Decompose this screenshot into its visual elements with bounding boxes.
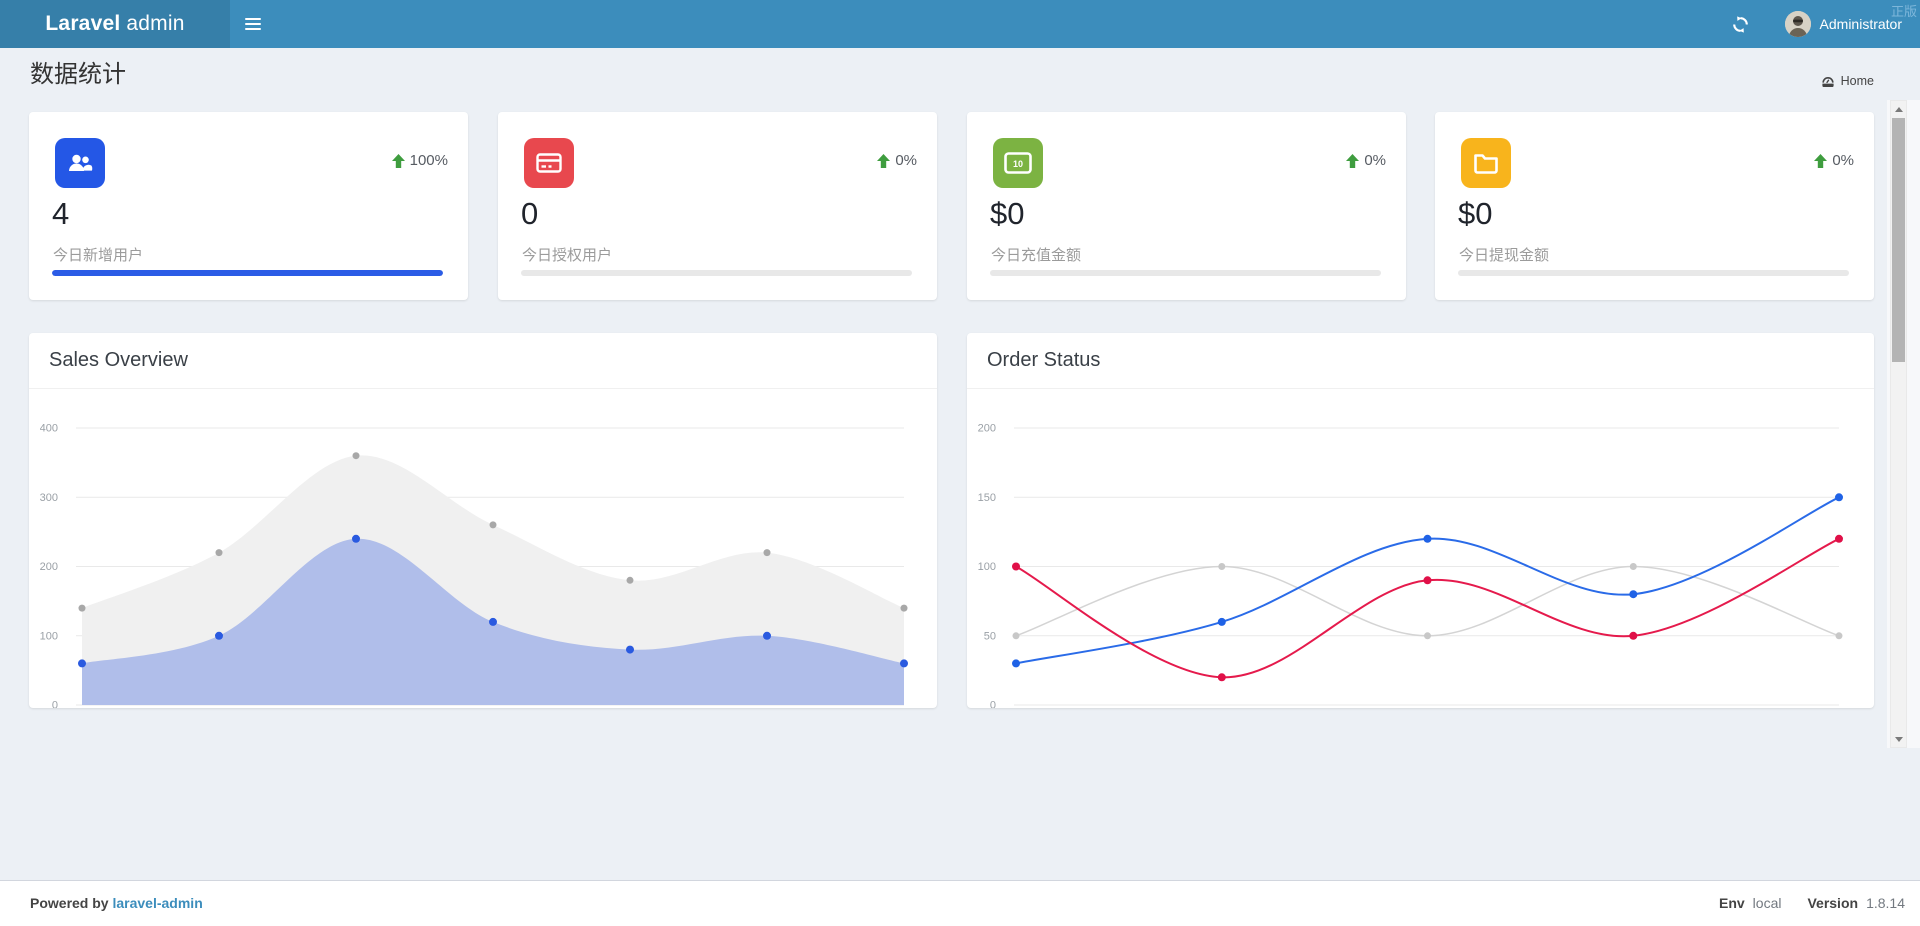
trend-value: 0% <box>895 152 917 169</box>
stat-card-auth-users: 0% 0 今日授权用户 <box>498 112 937 300</box>
credit-card-icon <box>524 138 574 188</box>
refresh-icon <box>1732 16 1749 33</box>
dashboard-icon <box>1821 75 1835 88</box>
stat-value: $0 <box>990 196 1024 232</box>
progress-fill <box>52 270 443 276</box>
navbar-right: Administrator <box>1726 0 1906 48</box>
stat-value: 0 <box>521 196 538 232</box>
hamburger-icon <box>245 18 261 30</box>
username: Administrator <box>1820 16 1902 32</box>
chart-header: Order Status <box>967 333 1874 389</box>
refresh-button[interactable] <box>1726 0 1755 48</box>
svg-text:100: 100 <box>40 630 58 642</box>
svg-text:150: 150 <box>978 492 996 504</box>
svg-text:0: 0 <box>990 700 996 709</box>
sales-overview-card: Sales Overview 400 300 200 100 0 <box>29 333 937 708</box>
top-navbar: Laravel admin Administrator <box>0 0 1920 48</box>
chart-title: Order Status <box>987 349 1100 372</box>
svg-text:0: 0 <box>52 700 58 709</box>
folder-icon <box>1461 138 1511 188</box>
version-value: 1.8.14 <box>1866 895 1905 911</box>
svg-text:400: 400 <box>40 423 58 435</box>
scroll-gutter <box>1887 100 1920 748</box>
powered-by-label: Powered by <box>30 895 109 911</box>
footer: Powered by laravel-admin Env local Versi… <box>0 880 1920 926</box>
version-label: Version <box>1807 895 1858 911</box>
breadcrumb[interactable]: Home <box>1821 74 1874 88</box>
trend-badge: 0% <box>1346 152 1386 169</box>
stat-value: $0 <box>1458 196 1492 232</box>
brand-logo[interactable]: Laravel admin <box>0 0 230 48</box>
env-label: Env <box>1719 895 1745 911</box>
chart-header: Sales Overview <box>29 333 937 389</box>
brand-bold: Laravel <box>45 12 120 35</box>
progress-track <box>1458 270 1849 276</box>
svg-text:200: 200 <box>40 561 58 573</box>
svg-text:10: 10 <box>1013 159 1023 169</box>
laravel-admin-link[interactable]: laravel-admin <box>112 895 202 911</box>
svg-text:100: 100 <box>978 561 996 573</box>
trend-value: 0% <box>1364 152 1386 169</box>
trend-badge: 0% <box>1814 152 1854 169</box>
stat-label: 今日授权用户 <box>522 244 612 265</box>
sidebar-toggle-button[interactable] <box>230 0 276 48</box>
svg-text:50: 50 <box>984 630 996 642</box>
stat-card-recharge: 10 0% $0 今日充值金额 <box>967 112 1406 300</box>
order-status-card: Order Status 200 150 100 50 0 <box>967 333 1874 708</box>
trend-up-icon <box>1814 154 1827 168</box>
stat-label: 今日新增用户 <box>53 244 143 265</box>
trend-value: 0% <box>1832 152 1854 169</box>
trend-value: 100% <box>410 152 448 169</box>
stat-card-withdraw: 0% $0 今日提现金额 <box>1435 112 1874 300</box>
order-chart-svg: 200 150 100 50 0 <box>978 390 1854 708</box>
users-icon <box>55 138 105 188</box>
chart-title: Sales Overview <box>49 349 188 372</box>
progress-track <box>990 270 1381 276</box>
svg-text:300: 300 <box>40 492 58 504</box>
trend-up-icon <box>1346 154 1359 168</box>
vertical-scrollbar[interactable] <box>1890 100 1907 748</box>
stat-label: 今日充值金额 <box>991 244 1081 265</box>
sales-chart-svg: 400 300 200 100 0 <box>40 390 917 708</box>
page-title: 数据统计 <box>30 54 126 89</box>
trend-badge: 0% <box>877 152 917 169</box>
svg-text:200: 200 <box>978 423 996 435</box>
stat-label: 今日提现金额 <box>1459 244 1549 265</box>
stat-value: 4 <box>52 196 69 232</box>
stat-card-new-users: 100% 4 今日新增用户 <box>29 112 468 300</box>
trend-up-icon <box>392 154 405 168</box>
scrollbar-up-arrow[interactable] <box>1891 102 1906 116</box>
brand-rest: admin <box>120 12 184 35</box>
breadcrumb-home[interactable]: Home <box>1841 74 1874 88</box>
trend-badge: 100% <box>392 152 448 169</box>
avatar <box>1785 11 1811 37</box>
trend-up-icon <box>877 154 890 168</box>
scrollbar-down-arrow[interactable] <box>1891 732 1906 746</box>
user-menu[interactable]: Administrator <box>1781 0 1906 48</box>
content-area: 数据统计 Home 100% 4 今日新增用户 <box>0 48 1920 880</box>
banknote-icon: 10 <box>993 138 1043 188</box>
progress-track <box>52 270 443 276</box>
scrollbar-thumb[interactable] <box>1892 118 1905 362</box>
env-value: local <box>1753 895 1782 911</box>
progress-track <box>521 270 912 276</box>
